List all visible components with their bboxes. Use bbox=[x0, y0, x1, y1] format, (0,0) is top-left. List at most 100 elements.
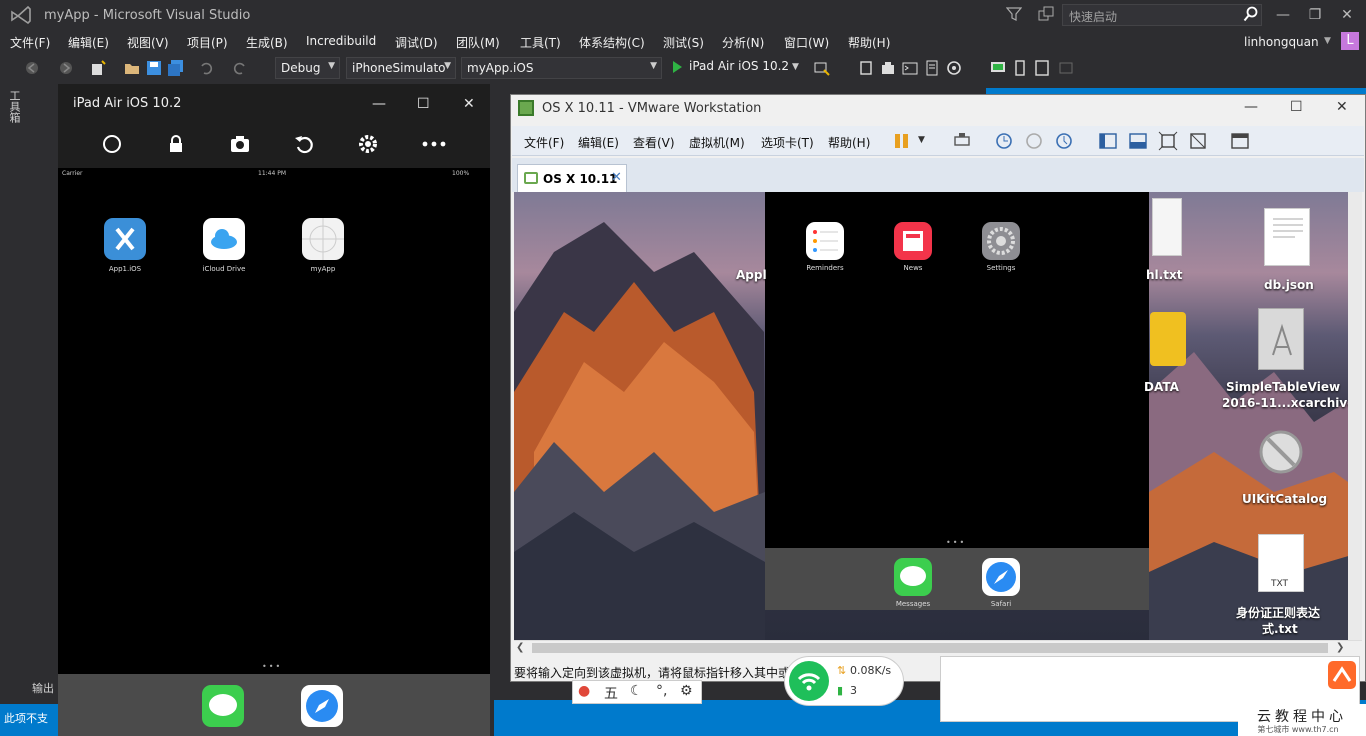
punctuation-icon[interactable]: °, bbox=[656, 683, 667, 699]
toolbox-tab[interactable]: 工具箱 bbox=[8, 90, 22, 123]
device-log-icon[interactable] bbox=[924, 60, 940, 76]
open-folder-icon[interactable] bbox=[124, 60, 140, 76]
rotate-icon[interactable] bbox=[293, 133, 315, 155]
xamarin-icon[interactable] bbox=[946, 60, 962, 76]
vmware-close-button[interactable]: ✕ bbox=[1336, 99, 1348, 115]
menu-file[interactable]: 文件(F) bbox=[10, 34, 50, 51]
new-project-icon[interactable] bbox=[90, 60, 106, 76]
menu-incredibuild[interactable]: Incredibuild bbox=[306, 34, 376, 48]
lock-icon[interactable] bbox=[165, 133, 187, 155]
settings-icon[interactable] bbox=[982, 222, 1020, 260]
snapshot-icon[interactable] bbox=[994, 131, 1014, 151]
vmw-menu-help[interactable]: 帮助(H) bbox=[828, 134, 870, 151]
menu-help[interactable]: 帮助(H) bbox=[848, 34, 890, 51]
filter-icon[interactable] bbox=[1005, 6, 1023, 22]
scroll-right-icon[interactable]: ❯ bbox=[1336, 642, 1344, 653]
messages-icon[interactable] bbox=[202, 685, 244, 727]
myapp-icon[interactable] bbox=[302, 218, 344, 260]
desktop-item-label[interactable]: 身份证正则表达 bbox=[1236, 604, 1320, 621]
restore-button[interactable]: ❐ bbox=[1300, 4, 1330, 26]
safari-icon[interactable] bbox=[982, 558, 1020, 596]
vmware-minimize-button[interactable]: — bbox=[1244, 99, 1258, 115]
paw-icon[interactable]: ● bbox=[578, 683, 590, 699]
view-options-icon[interactable] bbox=[1230, 131, 1250, 151]
gear-icon[interactable] bbox=[357, 133, 379, 155]
safari-icon[interactable] bbox=[301, 685, 343, 727]
chevron-down-icon[interactable]: ▼ bbox=[792, 62, 799, 72]
txt-file-icon[interactable]: TXT bbox=[1258, 534, 1304, 592]
home-button-icon[interactable] bbox=[101, 133, 123, 155]
more-icon[interactable] bbox=[422, 133, 446, 155]
gear-icon[interactable]: ⚙ bbox=[680, 683, 693, 699]
messages-icon[interactable] bbox=[894, 558, 932, 596]
desktop-item-label[interactable]: SimpleTableView bbox=[1226, 380, 1340, 394]
play-icon[interactable] bbox=[670, 60, 684, 74]
desktop-item-label[interactable]: UIKitCatalog bbox=[1242, 492, 1327, 506]
back-icon[interactable] bbox=[24, 60, 40, 76]
sim-minimize-button[interactable]: — bbox=[372, 96, 386, 112]
menu-team[interactable]: 团队(M) bbox=[456, 34, 500, 51]
pair-mac-icon[interactable] bbox=[858, 60, 874, 76]
json-file-icon[interactable] bbox=[1264, 208, 1310, 266]
camera-icon[interactable] bbox=[229, 133, 251, 155]
console-view-icon[interactable] bbox=[1128, 131, 1148, 151]
platform-select[interactable]: iPhoneSimulato ▼ bbox=[346, 57, 456, 79]
ios-device-icon[interactable] bbox=[814, 60, 830, 76]
user-name[interactable]: linhongquan bbox=[1244, 35, 1319, 49]
revert-snapshot-icon[interactable] bbox=[1024, 131, 1044, 151]
icloud-drive-icon[interactable] bbox=[203, 218, 245, 260]
vmw-menu-tabs[interactable]: 选项卡(T) bbox=[761, 134, 814, 151]
drive-icon[interactable] bbox=[1150, 312, 1186, 366]
menu-build[interactable]: 生成(B) bbox=[246, 34, 288, 51]
chevron-down-icon[interactable]: ▼ bbox=[1324, 36, 1331, 46]
close-button[interactable]: ✕ bbox=[1332, 4, 1362, 26]
menu-edit[interactable]: 编辑(E) bbox=[68, 34, 109, 51]
snapshot-manager-icon[interactable] bbox=[1054, 131, 1074, 151]
search-icon[interactable] bbox=[1243, 6, 1259, 22]
feedback-icon[interactable] bbox=[1038, 6, 1054, 22]
text-file-icon[interactable] bbox=[1152, 198, 1182, 256]
sim-close-button[interactable]: ✕ bbox=[463, 96, 475, 112]
desktop-item-label[interactable]: 2016-11...xcarchive bbox=[1222, 396, 1355, 410]
avatar[interactable]: L bbox=[1341, 32, 1359, 50]
options-icon[interactable] bbox=[1058, 60, 1074, 76]
ime-mode[interactable]: 五 bbox=[604, 683, 618, 703]
moon-icon[interactable]: ☾ bbox=[630, 683, 643, 699]
news-icon[interactable] bbox=[894, 222, 932, 260]
quick-launch-input[interactable]: 快速启动 bbox=[1062, 4, 1262, 26]
menu-debug[interactable]: 调试(D) bbox=[395, 34, 438, 51]
fullscreen-icon[interactable] bbox=[1158, 131, 1178, 151]
scroll-left-icon[interactable]: ❮ bbox=[516, 642, 524, 653]
send-ctrl-alt-del-icon[interactable] bbox=[952, 131, 972, 151]
vmw-menu-vm[interactable]: 虚拟机(M) bbox=[689, 134, 745, 151]
prohibited-icon[interactable] bbox=[1256, 424, 1306, 480]
minimize-button[interactable]: — bbox=[1268, 4, 1298, 26]
desktop-item-label[interactable]: DATA bbox=[1144, 380, 1179, 394]
desktop-item-label[interactable]: hl.txt bbox=[1146, 268, 1182, 282]
save-icon[interactable] bbox=[146, 60, 162, 76]
tablet-device-icon[interactable] bbox=[1034, 60, 1050, 76]
scrollbar-thumb[interactable] bbox=[532, 643, 1328, 653]
desktop-item-label[interactable]: Appl bbox=[736, 268, 767, 282]
pause-icon[interactable] bbox=[892, 131, 912, 151]
menu-architecture[interactable]: 体系结构(C) bbox=[579, 34, 645, 51]
menu-tools[interactable]: 工具(T) bbox=[520, 34, 561, 51]
startup-project-select[interactable]: myApp.iOS ▼ bbox=[461, 57, 662, 79]
terminal-icon[interactable] bbox=[902, 60, 918, 76]
run-target-button[interactable]: iPad Air iOS 10.2 bbox=[689, 59, 789, 73]
menu-view[interactable]: 视图(V) bbox=[127, 34, 169, 51]
forward-icon[interactable] bbox=[58, 60, 74, 76]
library-icon[interactable] bbox=[1098, 131, 1118, 151]
desktop-item-label[interactable]: 式.txt bbox=[1262, 620, 1298, 637]
app1-ios-icon[interactable] bbox=[104, 218, 146, 260]
reminders-icon[interactable] bbox=[806, 222, 844, 260]
output-tab[interactable]: 输出 bbox=[32, 680, 54, 696]
vmw-menu-edit[interactable]: 编辑(E) bbox=[578, 134, 619, 151]
close-tab-icon[interactable]: ✕ bbox=[611, 170, 622, 185]
phone-device-icon[interactable] bbox=[1012, 60, 1028, 76]
menu-window[interactable]: 窗口(W) bbox=[784, 34, 829, 51]
menu-test[interactable]: 测试(S) bbox=[663, 34, 704, 51]
vmw-menu-view[interactable]: 查看(V) bbox=[633, 134, 675, 151]
menu-project[interactable]: 项目(P) bbox=[187, 34, 228, 51]
vertical-scrollbar[interactable] bbox=[1348, 192, 1362, 640]
